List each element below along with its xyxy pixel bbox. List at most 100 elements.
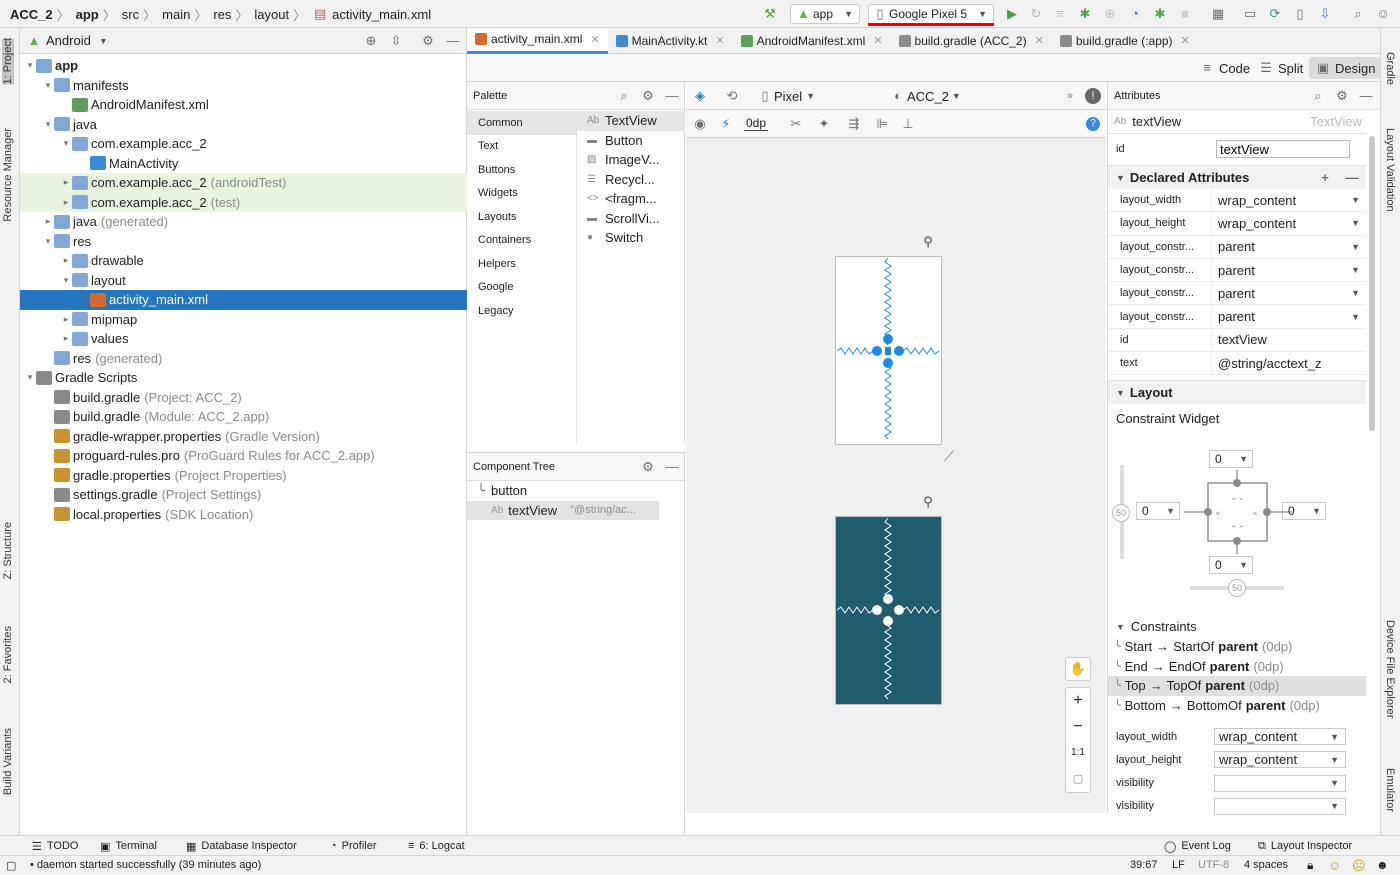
more-icon[interactable]: » — [1062, 88, 1078, 104]
smile-icon[interactable]: ☺ — [1328, 858, 1341, 873]
tool-tab-event-log[interactable]: ◯ Event Log — [1156, 836, 1239, 856]
attribute-dropdown[interactable]: wrap_content ▼ — [1214, 728, 1346, 745]
chevron-down-icon[interactable]: ▼ — [1351, 242, 1360, 252]
device-select[interactable]: ▯ Google Pixel 5 ▼ — [868, 4, 994, 24]
tool-tab-gradle[interactable]: Gradle — [1384, 52, 1396, 85]
breadcrumb-layout[interactable]: layout — [254, 7, 289, 22]
profile-icon[interactable]: ◔ — [1127, 6, 1143, 22]
gear-icon[interactable]: ⚙ — [1334, 88, 1350, 104]
code-mode-button[interactable]: ≡ Code — [1195, 58, 1254, 78]
zoom-fit-button[interactable]: 1:1 — [1066, 740, 1090, 766]
tree-item[interactable]: res (generated) — [20, 349, 467, 369]
tree-item[interactable]: activity_main.xml — [20, 290, 467, 310]
tree-item[interactable]: build.gradle (Project: ACC_2) — [20, 388, 467, 408]
design-mode-button[interactable]: ▣ Design — [1309, 57, 1382, 79]
tree-item[interactable]: MainActivity — [20, 154, 467, 174]
toggle-tool-windows-icon[interactable]: ▢ — [6, 859, 16, 872]
clear-constraints-icon[interactable]: ✂ — [788, 116, 804, 132]
chevron-down-icon[interactable]: ▼ — [1351, 265, 1360, 275]
editor-tab[interactable]: MainActivity.kt ✕ — [608, 28, 733, 54]
tool-tab-project[interactable]: 1: Project — [2, 38, 14, 85]
hide-icon[interactable]: — — [1358, 88, 1374, 104]
close-icon[interactable]: ✕ — [1035, 34, 1044, 47]
project-view-mode[interactable]: Android — [46, 33, 91, 48]
tool-tab-emulator[interactable]: Emulator — [1384, 768, 1396, 812]
attach-debugger-icon[interactable]: ⊕ — [1102, 6, 1118, 22]
palette-category[interactable]: Legacy — [467, 299, 576, 323]
chevron-right-icon[interactable]: ▸ — [60, 177, 72, 188]
palette-category[interactable]: Common — [467, 111, 576, 135]
chevron-right-icon[interactable]: ▸ — [60, 255, 72, 266]
tree-item[interactable]: AndroidManifest.xml — [20, 95, 467, 115]
zoom-to-fit-icon[interactable]: ▢ — [1066, 766, 1090, 792]
editor-tab[interactable]: AndroidManifest.xml ✕ — [733, 28, 891, 54]
chevron-down-icon[interactable]: ▼ — [1351, 288, 1360, 298]
attribute-value[interactable]: parent ▼ — [1212, 263, 1366, 278]
coverage-icon[interactable]: ✱ — [1152, 6, 1168, 22]
chevron-down-icon[interactable]: ▼ — [1351, 312, 1360, 322]
tree-item[interactable]: ▾ java — [20, 115, 467, 135]
attribute-value[interactable]: wrap_content ▼ — [1212, 193, 1366, 208]
constraint-widget-diagram[interactable]: ⌄⌄ ⌃⌃ » « — [1184, 470, 1292, 554]
palette-item[interactable]: ● Switch — [577, 228, 685, 248]
tree-item[interactable]: gradle-wrapper.properties (Gradle Version… — [20, 427, 467, 447]
palette-category[interactable]: Buttons — [467, 158, 576, 182]
apply-changes-icon[interactable]: ≡ — [1052, 6, 1068, 22]
tool-tab-favorites[interactable]: 2: Favorites — [2, 626, 14, 683]
tool-tab-todo[interactable]: ☰ TODO — [24, 836, 86, 856]
gear-icon[interactable]: ⚙ — [640, 88, 656, 104]
tree-item[interactable]: ▾ layout — [20, 271, 467, 291]
device-preview-select[interactable]: ▯ Pixel ▼ — [760, 87, 815, 105]
breadcrumb-res[interactable]: res — [213, 7, 231, 22]
design-surface[interactable]: ⚲ ⟋ ⚲ ✋ + − 1:1 ▢ — [686, 82, 1106, 813]
constraint-item[interactable]: ╰ Bottom → BottomOf parent (0dp) — [1114, 696, 1320, 716]
palette-category[interactable]: Text — [467, 135, 576, 159]
gear-icon[interactable]: ⚙ — [640, 459, 656, 475]
tree-item[interactable]: ▸ values — [20, 329, 467, 349]
attribute-dropdown[interactable]: wrap_content ▼ — [1214, 751, 1346, 769]
hide-icon[interactable]: — — [664, 459, 680, 475]
indent-setting[interactable]: 4 spaces — [1244, 859, 1288, 871]
close-icon[interactable]: ✕ — [1181, 34, 1190, 47]
search-icon[interactable]: ⌕ — [1310, 88, 1326, 104]
chevron-down-icon[interactable]: ▾ — [42, 236, 54, 247]
breadcrumb-file[interactable]: activity_main.xml — [332, 7, 431, 22]
orientation-icon[interactable]: ⟲ — [724, 88, 740, 104]
breadcrumb-module[interactable]: app — [76, 7, 99, 22]
zoom-in-button[interactable]: + — [1066, 688, 1090, 714]
gear-icon[interactable]: ⚙ — [420, 33, 436, 49]
pan-button[interactable]: ✋ — [1065, 657, 1091, 681]
debug-icon[interactable]: ✱ — [1077, 6, 1093, 22]
resize-handle-icon[interactable]: ⟋ — [944, 448, 954, 465]
avd-manager-icon[interactable]: ▯ — [1292, 6, 1308, 22]
hector-icon[interactable]: ☻ — [1376, 858, 1389, 872]
tree-item[interactable]: ▾ com.example.acc_2 — [20, 134, 467, 154]
chevron-right-icon[interactable]: ▸ — [60, 314, 72, 325]
chevron-down-icon[interactable]: ▼ — [1351, 195, 1360, 205]
guidelines-icon[interactable]: ⊥ — [900, 116, 916, 132]
declared-attributes-header[interactable]: ▼ Declared Attributes + — — [1108, 165, 1366, 189]
infer-constraints-icon[interactable]: ✦ — [816, 116, 832, 132]
component-textview[interactable]: Ab textView "@string/ac... — [467, 500, 659, 520]
margin-bottom-input[interactable]: 0 ▼ — [1209, 556, 1253, 574]
tree-item[interactable]: ▸ com.example.acc_2 (androidTest) — [20, 173, 467, 193]
sync-gradle-icon[interactable]: ⟳ — [1267, 6, 1283, 22]
layers-icon[interactable]: ◈ — [692, 88, 708, 104]
close-icon[interactable]: ✕ — [873, 34, 882, 47]
editor-tab[interactable]: activity_main.xml ✕ — [467, 27, 608, 54]
tool-tab-build-variants[interactable]: Build Variants — [2, 728, 14, 795]
palette-item[interactable]: <> <fragm... — [577, 189, 685, 209]
tree-item[interactable]: proguard-rules.pro (ProGuard Rules for AC… — [20, 446, 467, 466]
hide-icon[interactable]: — — [664, 88, 680, 104]
attribute-value[interactable]: wrap_content ▼ — [1212, 216, 1366, 231]
attribute-value[interactable]: textView — [1212, 332, 1366, 347]
warning-icon[interactable]: ! — [1085, 88, 1101, 104]
attribute-dropdown[interactable]: ▼ — [1214, 774, 1346, 792]
search-icon[interactable]: ⌕ — [616, 88, 632, 104]
attribute-value[interactable]: @string/acctext_z — [1212, 356, 1366, 371]
tree-item[interactable]: local.properties (SDK Location) — [20, 505, 467, 525]
attribute-value[interactable]: parent ▼ — [1212, 239, 1366, 254]
chevron-down-icon[interactable]: ▾ — [60, 275, 72, 286]
chevron-down-icon[interactable]: ▾ — [24, 60, 36, 71]
attribute-value[interactable]: parent ▼ — [1212, 286, 1366, 301]
